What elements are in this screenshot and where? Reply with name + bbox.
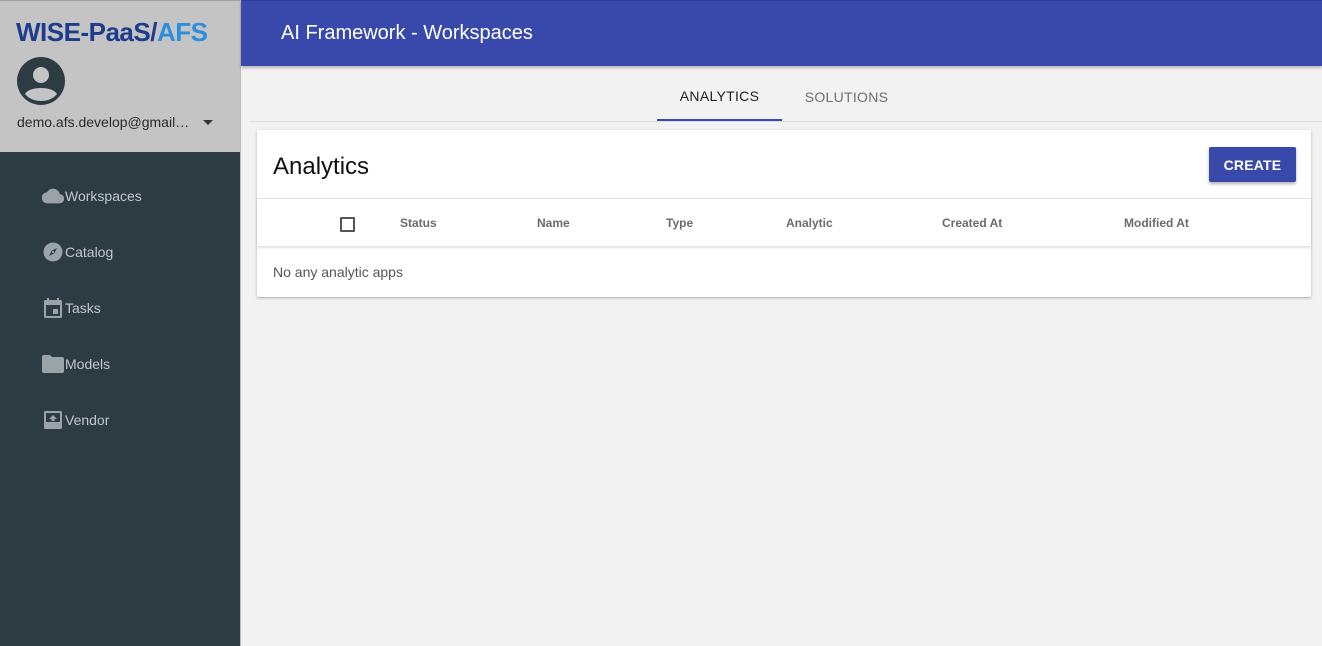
- column-header-modified-at[interactable]: Modified At: [1124, 215, 1189, 231]
- sidebar: WISE-PaaS/AFS demo.afs.develop@gmail.com…: [0, 0, 241, 646]
- user-menu[interactable]: demo.afs.develop@gmail.com: [17, 112, 222, 132]
- analytics-card: Analytics CREATE Status Name Type Analyt…: [257, 130, 1311, 297]
- sidebar-item-vendor[interactable]: Vendor: [0, 392, 240, 448]
- compass-icon: [42, 241, 64, 263]
- folder-icon: [42, 353, 64, 375]
- calendar-icon: [42, 297, 64, 319]
- select-all-checkbox[interactable]: [340, 217, 355, 232]
- create-button[interactable]: CREATE: [1209, 147, 1296, 182]
- cloud-icon: [42, 185, 64, 207]
- account-circle-icon[interactable]: [17, 57, 65, 105]
- app-bar: AI Framework - Workspaces: [241, 0, 1322, 66]
- card-title: Analytics: [273, 153, 370, 180]
- sidebar-item-label: Models: [65, 356, 111, 372]
- tab-analytics[interactable]: ANALYTICS: [657, 72, 782, 121]
- table-header: Status Name Type Analytic Created At Mod…: [257, 198, 1311, 246]
- tab-bar: ANALYTICS SOLUTIONS: [249, 72, 1322, 122]
- column-header-analytic[interactable]: Analytic: [786, 215, 833, 231]
- caret-down-icon[interactable]: [203, 119, 213, 125]
- sidebar-header: WISE-PaaS/AFS demo.afs.develop@gmail.com: [0, 0, 240, 152]
- column-header-status[interactable]: Status: [400, 215, 437, 231]
- column-header-name[interactable]: Name: [537, 215, 570, 231]
- sidebar-item-workspaces[interactable]: Workspaces: [0, 168, 240, 224]
- sidebar-item-tasks[interactable]: Tasks: [0, 280, 240, 336]
- page-title: AI Framework - Workspaces: [281, 22, 533, 44]
- sidebar-item-label: Tasks: [65, 300, 101, 316]
- sidebar-item-catalog[interactable]: Catalog: [0, 224, 240, 280]
- sidebar-item-label: Vendor: [65, 412, 110, 428]
- brand-logo: WISE-PaaS/AFS: [16, 17, 208, 47]
- column-header-created-at[interactable]: Created At: [942, 215, 1002, 231]
- tab-solutions[interactable]: SOLUTIONS: [784, 72, 909, 122]
- sidebar-item-models[interactable]: Models: [0, 336, 240, 392]
- archive-icon: [42, 409, 64, 431]
- sidebar-nav: Workspaces Catalog Tasks Models Vendor: [0, 168, 240, 448]
- sidebar-item-label: Catalog: [65, 244, 114, 260]
- user-email: demo.afs.develop@gmail.com: [17, 114, 193, 130]
- sidebar-item-label: Workspaces: [65, 188, 142, 204]
- empty-table-message: No any analytic apps: [273, 264, 403, 280]
- column-header-type[interactable]: Type: [666, 215, 693, 231]
